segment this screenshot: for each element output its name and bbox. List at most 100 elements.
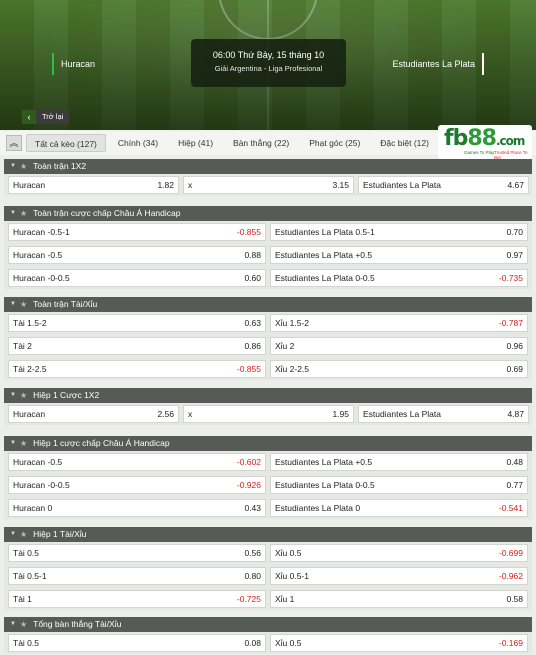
star-icon[interactable]: ★ <box>20 206 27 221</box>
odds-cell[interactable]: Estudiantes La Plata 0.5-1 0.70 <box>270 223 528 241</box>
back-button[interactable]: ‹ Trở lại <box>22 110 70 124</box>
odds-cell[interactable]: Tài 1.5-2 0.63 <box>8 314 266 332</box>
section-header[interactable]: ▼ ★ Hiệp 1 Cược 1X2 <box>4 388 532 403</box>
odds-value: 4.87 <box>507 409 524 419</box>
tab-0[interactable]: Tất cả kèo (127) <box>26 134 106 152</box>
odds-cell[interactable]: Tài 1 -0.725 <box>8 590 266 608</box>
star-icon[interactable]: ★ <box>20 617 27 632</box>
odds-row: Huracan -0-0.5 0.60 Estudiantes La Plata 0… <box>4 269 532 289</box>
odds-value: 0.70 <box>506 227 523 237</box>
odds-row: Tài 1 -0.725 Xỉu 1 0.58 <box>4 590 532 610</box>
odds-cell[interactable]: Huracan -0.5-1 -0.855 <box>8 223 266 241</box>
market-section: ▼ ★ Hiệp 1 cược chấp Châu Á Handicap Huraca… <box>4 436 532 522</box>
odds-row: Huracan -0.5-1 -0.855 Estudiantes La Plata… <box>4 223 532 243</box>
odds-value: 0.96 <box>506 341 523 351</box>
odds-cell[interactable]: Huracan -0-0.5 0.60 <box>8 269 266 287</box>
odds-row: Tài 1.5-2 0.63 Xỉu 1.5-2 -0.787 <box>4 314 532 334</box>
caret-down-icon: ▼ <box>10 163 16 169</box>
odds-cell[interactable]: Huracan -0-0.5 -0.926 <box>8 476 266 494</box>
section-header[interactable]: ▼ ★ Hiệp 1 Tài/Xỉu <box>4 527 532 542</box>
odds-cell[interactable]: Xỉu 1 0.58 <box>270 590 528 608</box>
brand-logo: fb88.com Games To Play Trusted Place To … <box>438 125 532 160</box>
odds-row: Tài 0.5-1 0.80 Xỉu 0.5-1 -0.962 <box>4 567 532 587</box>
section-header[interactable]: ▼ ★ Hiệp 1 cược chấp Châu Á Handicap <box>4 436 532 451</box>
odds-value: 0.60 <box>244 273 261 283</box>
selection-label: Tài 0.5-1 <box>13 571 47 581</box>
market-section: ▼ ★ Toàn trận cược chấp Châu Á Handicap Hur… <box>4 206 532 292</box>
market-section: ▼ ★ Toàn trận 1X2 Huracan 1.82 x 3.15 Estudiant… <box>4 159 532 199</box>
odds-cell[interactable]: Xỉu 0.5 -0.699 <box>270 544 528 562</box>
odds-cell[interactable]: Xỉu 0.5-1 -0.962 <box>270 567 528 585</box>
tab-2[interactable]: Hiệp (41) <box>170 134 221 152</box>
section-title: Toàn trận Tài/Xỉu <box>33 299 98 309</box>
odds-value: -0.602 <box>236 457 261 467</box>
selection-label: Estudiantes La Plata 0.5-1 <box>275 227 375 237</box>
star-icon[interactable]: ★ <box>20 527 27 542</box>
odds-cell[interactable]: Huracan 0 0.43 <box>8 499 266 517</box>
odds-value: 0.88 <box>244 250 261 260</box>
odds-value: 1.95 <box>332 409 349 419</box>
odds-cell[interactable]: Huracan 1.82 <box>8 176 179 194</box>
section-header[interactable]: ▼ ★ Toàn trận 1X2 <box>4 159 532 174</box>
odds-value: 0.43 <box>244 503 261 513</box>
tab-4[interactable]: Phạt góc (25) <box>301 134 368 152</box>
caret-down-icon: ▼ <box>10 531 16 537</box>
odds-cell[interactable]: Estudiantes La Plata +0.5 0.48 <box>270 453 528 471</box>
section-title: Toàn trận cược chấp Châu Á Handicap <box>33 208 181 218</box>
selection-label: Tài 0.5 <box>13 638 39 648</box>
odds-cell[interactable]: Estudiantes La Plata 4.87 <box>358 405 529 423</box>
odds-value: -0.855 <box>236 364 261 374</box>
odds-cell[interactable]: Huracan -0.5 0.88 <box>8 246 266 264</box>
odds-cell[interactable]: x 1.95 <box>183 405 354 423</box>
odds-cell[interactable]: Estudiantes La Plata 0 -0.541 <box>270 499 528 517</box>
odds-cell[interactable]: Tài 2-2.5 -0.855 <box>8 360 266 378</box>
odds-cell[interactable]: Tài 0.5 0.08 <box>8 634 266 652</box>
star-icon[interactable]: ★ <box>20 436 27 451</box>
selection-label: Xỉu 2-2.5 <box>275 364 310 374</box>
collapse-all-icon[interactable]: ︽ <box>6 135 22 151</box>
odds-cell[interactable]: Estudiantes La Plata 0-0.5 -0.735 <box>270 269 528 287</box>
selection-label: Estudiantes La Plata <box>363 180 441 190</box>
star-icon[interactable]: ★ <box>20 388 27 403</box>
odds-value: 0.69 <box>506 364 523 374</box>
star-icon[interactable]: ★ <box>20 297 27 312</box>
odds-value: -0.169 <box>498 638 523 648</box>
tab-3[interactable]: Bàn thắng (22) <box>225 134 297 152</box>
odds-cell[interactable]: Huracan 2.56 <box>8 405 179 423</box>
odds-cell[interactable]: Huracan -0.5 -0.602 <box>8 453 266 471</box>
caret-down-icon: ▼ <box>10 621 16 627</box>
odds-cell[interactable]: Xỉu 1.5-2 -0.787 <box>270 314 528 332</box>
odds-cell[interactable]: Estudiantes La Plata 0-0.5 0.77 <box>270 476 528 494</box>
selection-label: Huracan -0-0.5 <box>13 480 70 490</box>
odds-row: Huracan 1.82 x 3.15 Estudiantes La Plata 4.67 <box>4 176 532 196</box>
selection-label: Xỉu 0.5 <box>275 548 302 558</box>
odds-cell[interactable]: Tài 2 0.86 <box>8 337 266 355</box>
selection-label: Huracan 0 <box>13 503 53 513</box>
tab-5[interactable]: Đặc biệt (12) <box>372 134 437 152</box>
tab-1[interactable]: Chính (34) <box>110 134 166 152</box>
odds-cell[interactable]: Estudiantes La Plata 4.67 <box>358 176 529 194</box>
star-icon[interactable]: ★ <box>20 159 27 174</box>
odds-cell[interactable]: Estudiantes La Plata +0.5 0.97 <box>270 246 528 264</box>
section-header[interactable]: ▼ ★ Toàn trận cược chấp Châu Á Handicap <box>4 206 532 221</box>
odds-cell[interactable]: Xỉu 0.5 -0.169 <box>270 634 528 652</box>
odds-cell[interactable]: Xỉu 2-2.5 0.69 <box>270 360 528 378</box>
odds-value: 1.82 <box>157 180 174 190</box>
selection-label: Estudiantes La Plata <box>363 409 441 419</box>
odds-row: Huracan -0.5 0.88 Estudiantes La Plata +0.… <box>4 246 532 266</box>
selection-label: x <box>188 409 193 419</box>
odds-value: 0.77 <box>506 480 523 490</box>
odds-cell[interactable]: Xỉu 2 0.96 <box>270 337 528 355</box>
odds-value: 3.15 <box>332 180 349 190</box>
odds-cell[interactable]: Tài 0.5 0.56 <box>8 544 266 562</box>
selection-label: Xỉu 2 <box>275 341 295 351</box>
section-header[interactable]: ▼ ★ Tổng bàn thắng Tài/Xỉu <box>4 617 532 632</box>
odds-row: Huracan -0-0.5 -0.926 Estudiantes La Plata… <box>4 476 532 496</box>
home-team: Huracan <box>52 53 95 75</box>
section-header[interactable]: ▼ ★ Toàn trận Tài/Xỉu <box>4 297 532 312</box>
odds-value: 0.08 <box>244 638 261 648</box>
selection-label: Huracan <box>13 180 46 190</box>
selection-label: x <box>188 180 193 190</box>
odds-cell[interactable]: Tài 0.5-1 0.80 <box>8 567 266 585</box>
odds-cell[interactable]: x 3.15 <box>183 176 354 194</box>
